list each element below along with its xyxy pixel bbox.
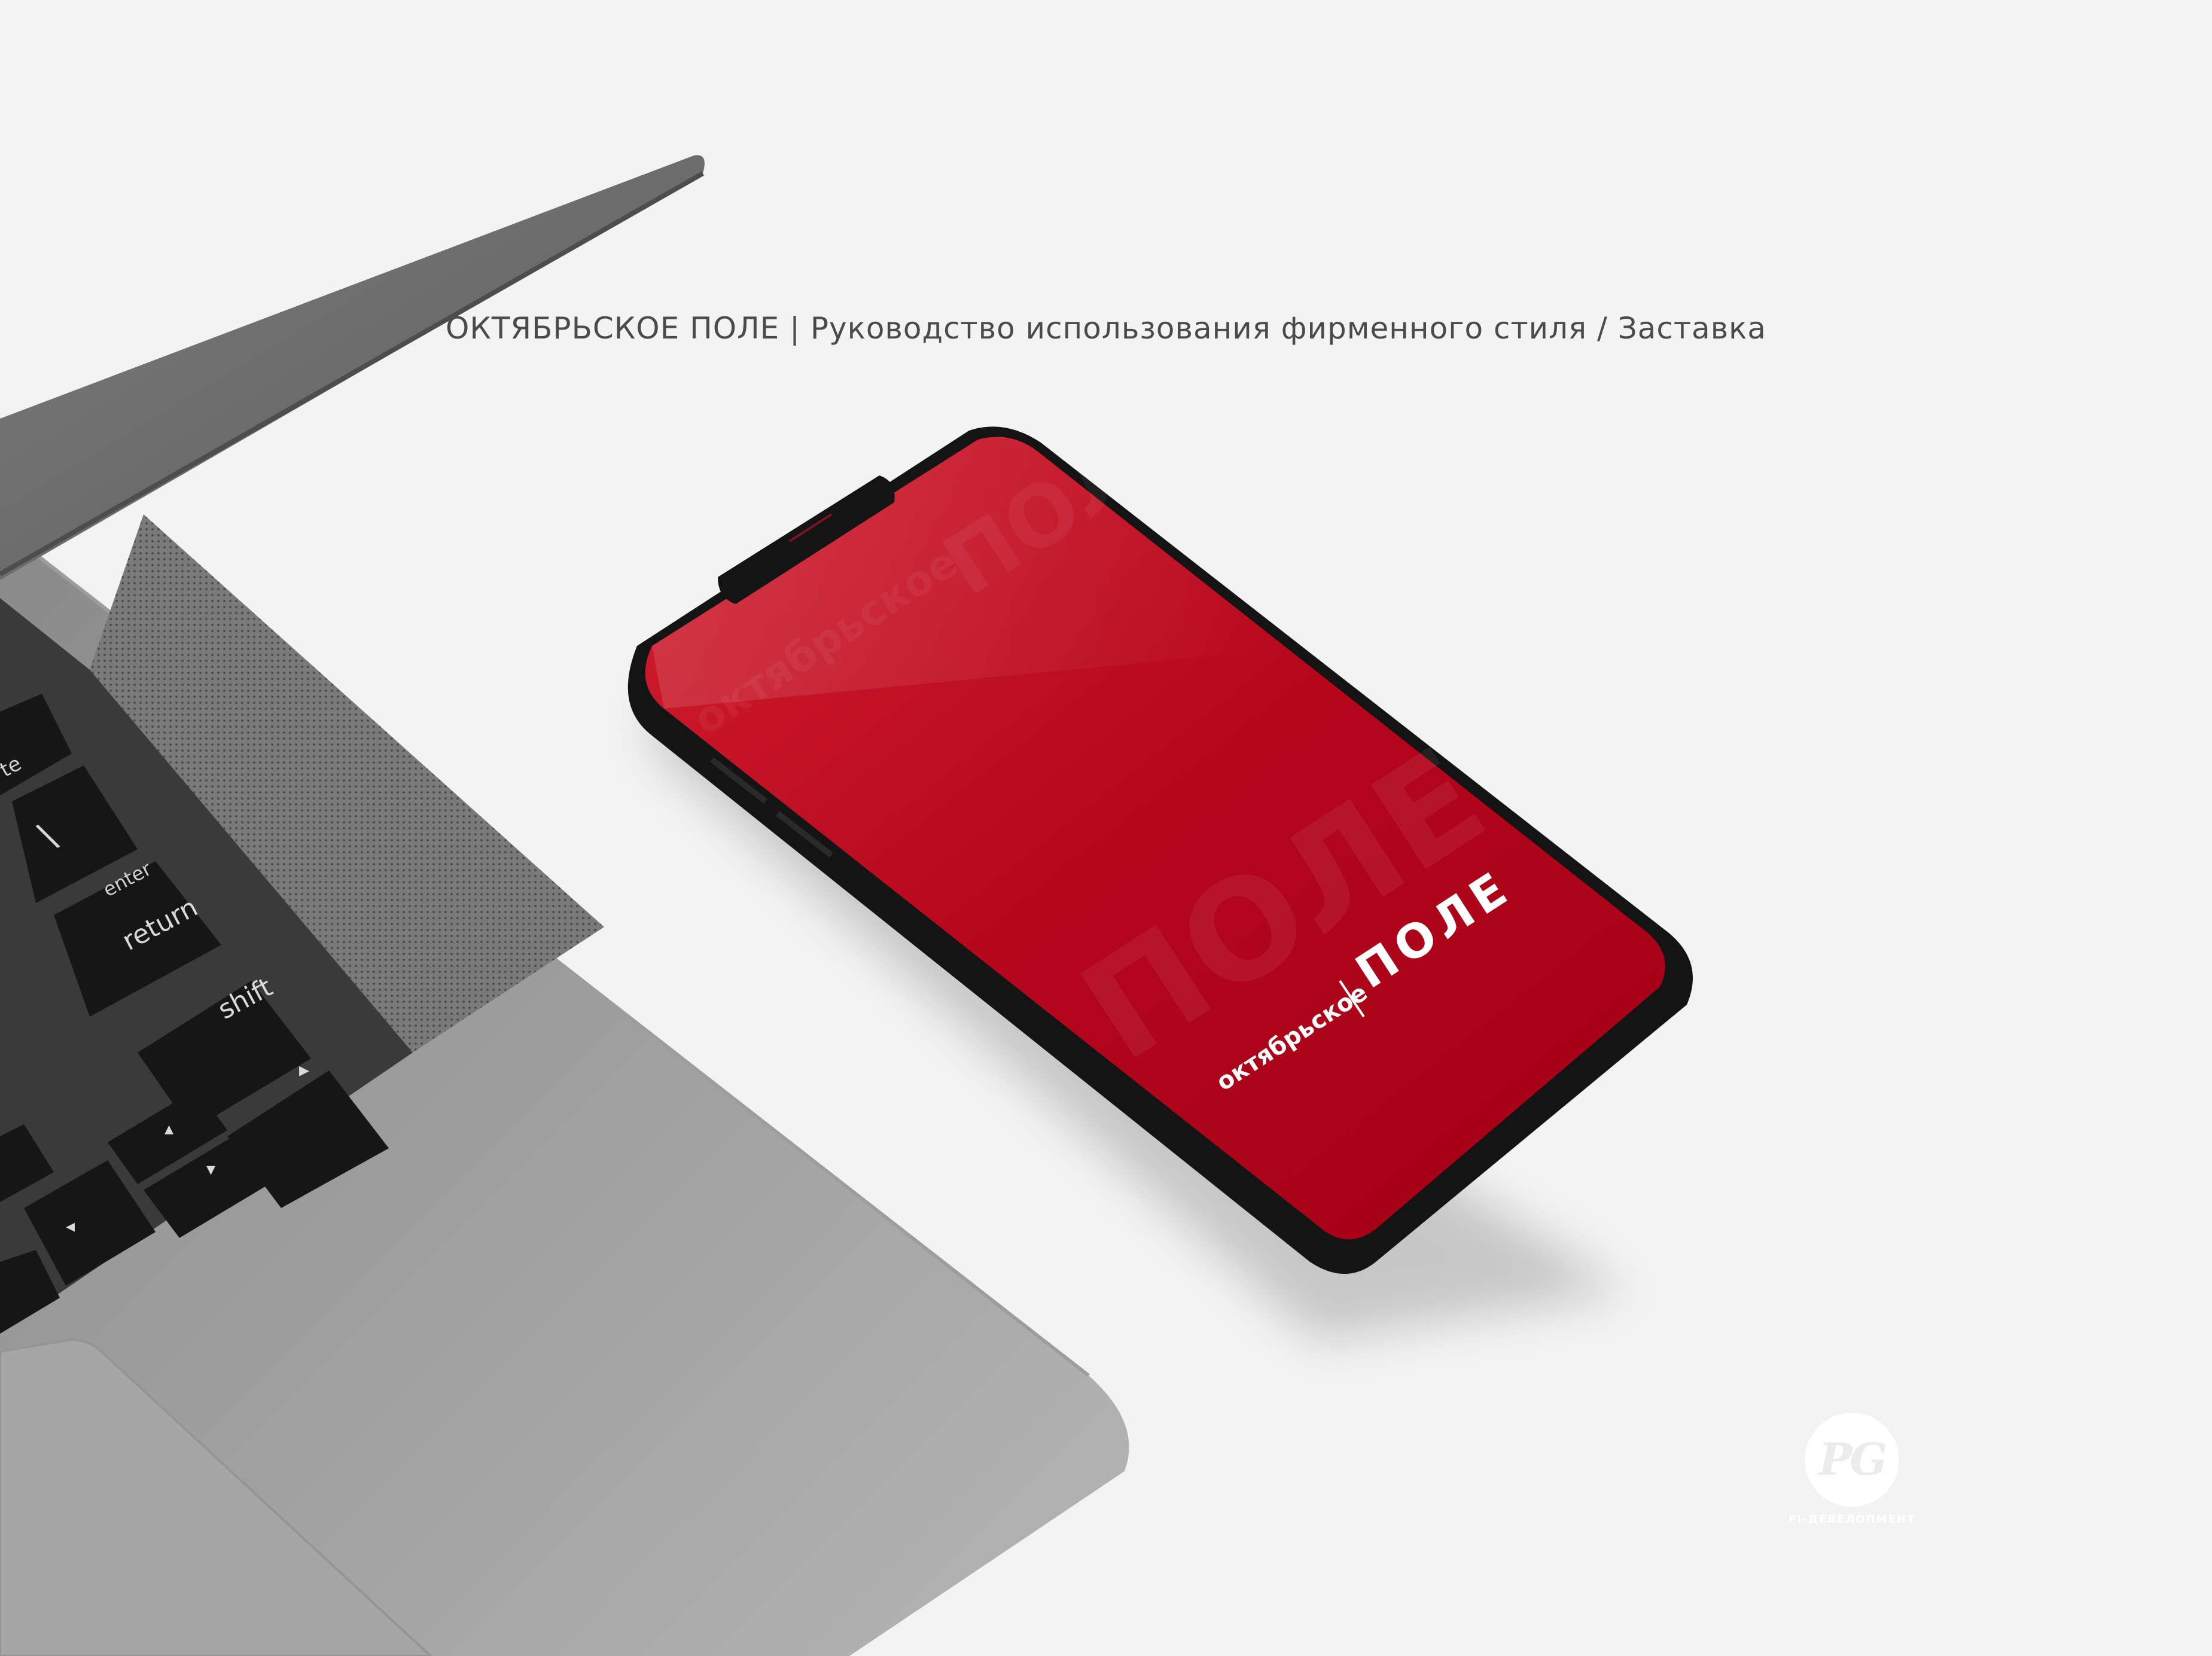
- key-label-arrow-up: ▴: [164, 1118, 173, 1139]
- watermark-badge: PG: [1805, 1413, 1899, 1507]
- mockup-scene: enter return shift te ▸ ▴ ▾ ◂ \ ПОЛЕ окт…: [0, 155, 1693, 1656]
- key-label-arrow-left: ◂: [66, 1216, 75, 1237]
- key-label-arrow-down: ▾: [206, 1159, 215, 1180]
- watermark: PG PI-ДЕВЕЛОПМЕНТ: [1781, 1413, 1922, 1526]
- watermark-caption: PI-ДЕВЕЛОПМЕНТ: [1788, 1513, 1916, 1526]
- key-label-arrow-right: ▸: [299, 1058, 309, 1082]
- watermark-letters: PG: [1818, 1434, 1888, 1486]
